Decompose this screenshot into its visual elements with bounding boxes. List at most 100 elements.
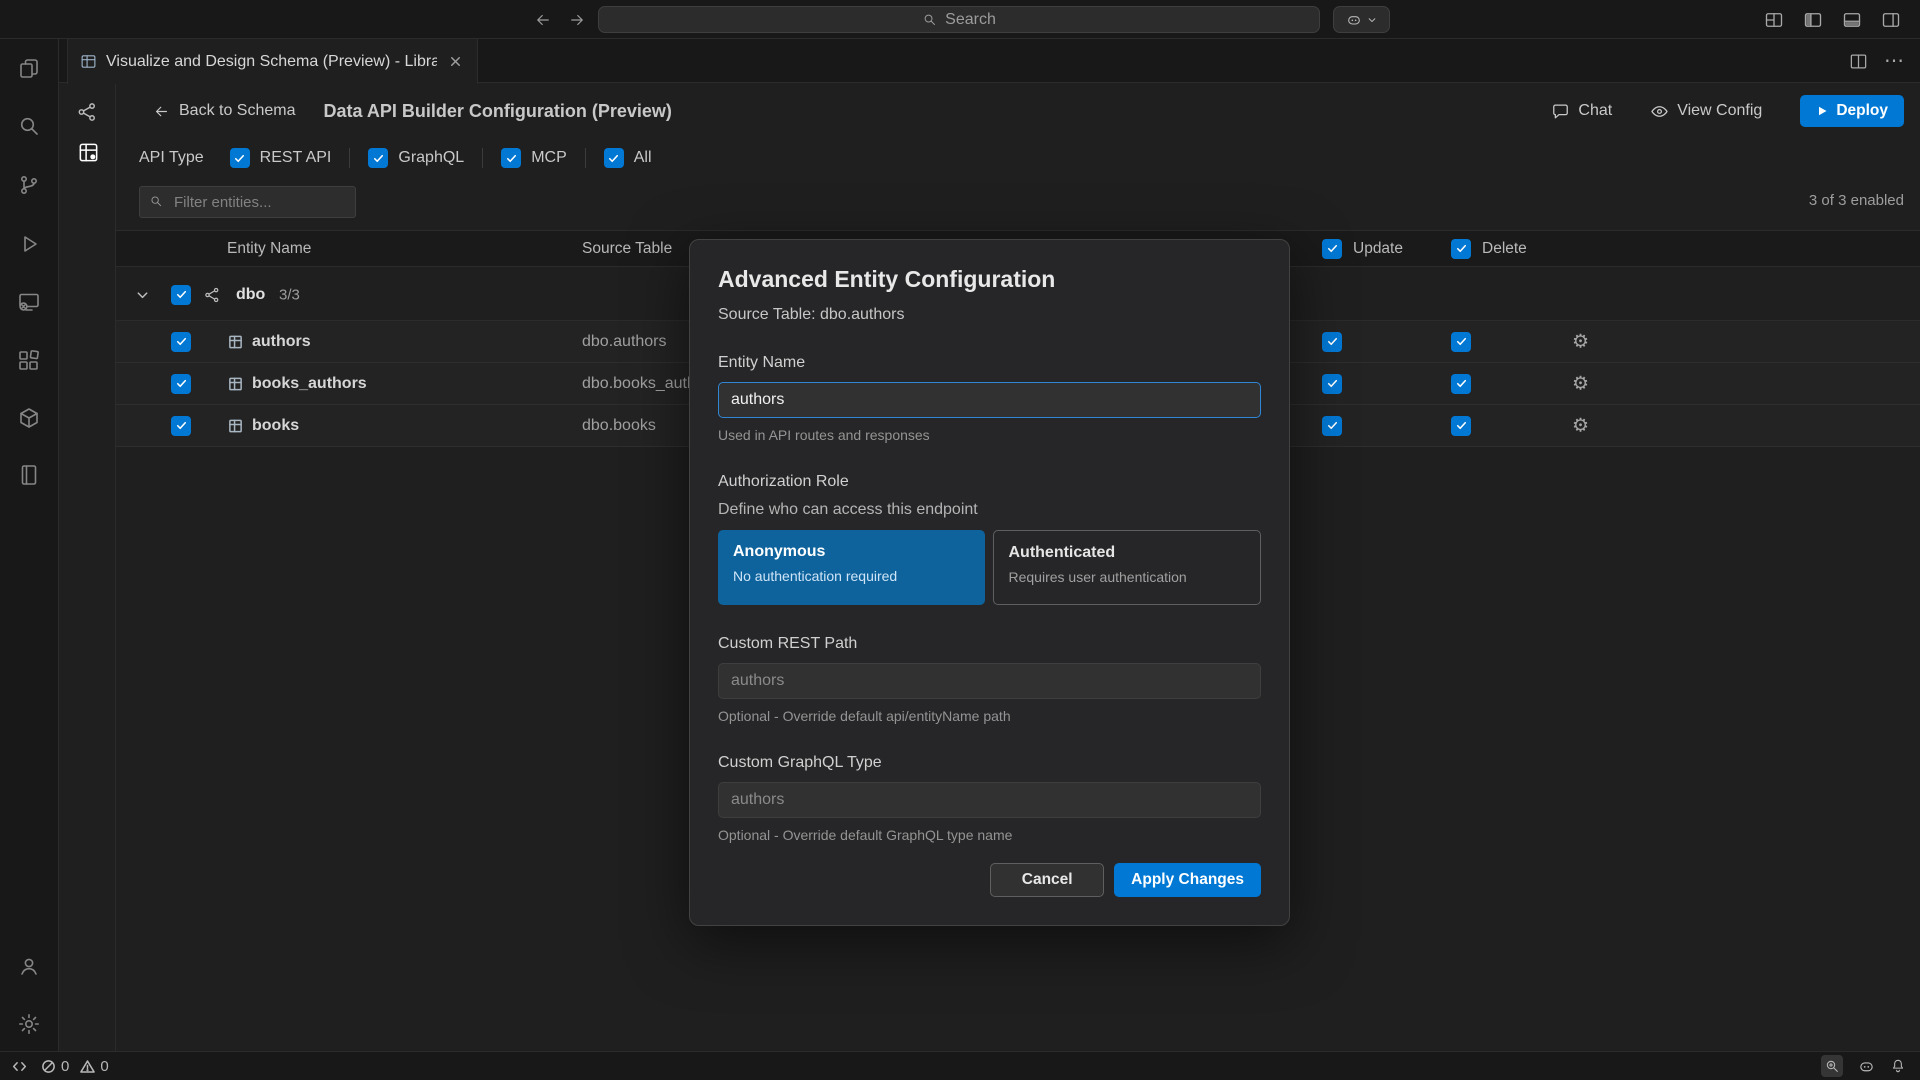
filter-entities-input[interactable] xyxy=(139,186,356,218)
delete-all-checkbox[interactable] xyxy=(1451,239,1471,259)
col-entity-name: Entity Name xyxy=(227,240,311,258)
page-title: Data API Builder Configuration (Preview) xyxy=(324,101,672,122)
rest-api-checkbox[interactable] xyxy=(230,148,250,168)
row-settings-gear-icon[interactable]: ⚙ xyxy=(1572,416,1589,435)
warnings-icon xyxy=(80,1059,95,1074)
tab-close-icon[interactable] xyxy=(446,52,465,71)
copilot-status-icon[interactable] xyxy=(1858,1058,1875,1075)
api-type-filter-row: API Type REST API GraphQL MCP All xyxy=(116,139,1920,177)
entity-name-hint: Used in API routes and responses xyxy=(718,427,1261,443)
filter-rest-api[interactable]: REST API xyxy=(230,148,332,168)
group-count: 3/3 xyxy=(279,286,300,303)
title-bar: Search xyxy=(0,0,1920,39)
account-icon[interactable] xyxy=(15,952,43,980)
row-checkbox[interactable] xyxy=(171,374,191,394)
page-header: Back to Schema Data API Builder Configur… xyxy=(116,83,1920,139)
apply-changes-button[interactable]: Apply Changes xyxy=(1114,863,1261,897)
back-to-schema-button[interactable]: Back to Schema xyxy=(153,102,296,120)
update-checkbox[interactable] xyxy=(1322,416,1342,436)
divider xyxy=(585,148,586,168)
zoom-icon[interactable] xyxy=(1821,1055,1843,1077)
schema-icon xyxy=(203,286,221,304)
role-subtitle: Requires user authentication xyxy=(1009,569,1246,585)
api-builder-icon[interactable] xyxy=(69,133,107,171)
notifications-bell-icon[interactable] xyxy=(1890,1058,1906,1074)
entity-name-input[interactable] xyxy=(718,382,1261,418)
update-checkbox[interactable] xyxy=(1322,374,1342,394)
chat-button[interactable]: Chat xyxy=(1551,102,1612,121)
role-authenticated-card[interactable]: Authenticated Requires user authenticati… xyxy=(993,530,1262,605)
filter-mcp[interactable]: MCP xyxy=(501,148,567,168)
command-center-search[interactable]: Search xyxy=(598,6,1320,33)
copilot-menu-button[interactable] xyxy=(1333,6,1390,33)
database-projects-icon[interactable] xyxy=(15,461,43,489)
custom-graphql-type-hint: Optional - Override default GraphQL type… xyxy=(718,827,1261,843)
designer-toolbar xyxy=(59,83,116,1051)
schema-tab-icon xyxy=(80,53,97,70)
source-control-icon[interactable] xyxy=(15,171,43,199)
dialog-source-table: Source Table: dbo.authors xyxy=(718,306,1261,324)
all-checkbox[interactable] xyxy=(604,148,624,168)
table-icon xyxy=(228,334,243,349)
activity-bar xyxy=(0,39,59,1051)
source-table: dbo.authors xyxy=(582,333,667,351)
api-type-label: API Type xyxy=(139,149,204,167)
run-debug-icon[interactable] xyxy=(15,230,43,258)
status-bar: 0 0 xyxy=(0,1051,1920,1080)
row-checkbox[interactable] xyxy=(171,416,191,436)
cancel-button[interactable]: Cancel xyxy=(990,863,1104,897)
remote-indicator-icon[interactable] xyxy=(12,1059,27,1074)
col-update: Update xyxy=(1353,240,1403,258)
view-config-button[interactable]: View Config xyxy=(1650,102,1762,121)
errors-count: 0 xyxy=(61,1058,69,1075)
search-view-icon[interactable] xyxy=(15,112,43,140)
vscode-window: Search Visualize and Design Schema (Prev… xyxy=(0,0,1920,1080)
role-anonymous-card[interactable]: Anonymous No authentication required xyxy=(718,530,985,605)
mcp-checkbox[interactable] xyxy=(501,148,521,168)
nav-back-icon[interactable] xyxy=(534,11,552,29)
problems-indicator[interactable]: 0 0 xyxy=(41,1058,109,1075)
schema-visualize-icon[interactable] xyxy=(72,97,102,127)
table-icon xyxy=(228,376,243,391)
group-checkbox[interactable] xyxy=(171,285,191,305)
tab-title: Visualize and Design Schema (Preview) - … xyxy=(106,53,437,71)
graphql-checkbox[interactable] xyxy=(368,148,388,168)
entity-search-row: 3 of 3 enabled xyxy=(116,186,1920,220)
explorer-icon[interactable] xyxy=(15,55,43,83)
remote-explorer-icon[interactable] xyxy=(15,288,43,316)
settings-gear-icon[interactable] xyxy=(15,1010,43,1038)
deploy-button[interactable]: Deploy xyxy=(1800,95,1904,127)
toggle-panel-icon[interactable] xyxy=(1839,7,1865,33)
authorization-role-hint: Define who can access this endpoint xyxy=(718,501,1261,519)
row-settings-gear-icon[interactable]: ⚙ xyxy=(1572,374,1589,393)
row-checkbox[interactable] xyxy=(171,332,191,352)
back-arrow-icon xyxy=(153,103,170,120)
chat-label: Chat xyxy=(1578,102,1612,120)
filter-graphql[interactable]: GraphQL xyxy=(368,148,464,168)
collapse-chevron-icon[interactable] xyxy=(135,287,150,302)
schema-designer-icon[interactable] xyxy=(15,404,43,432)
nav-forward-icon[interactable] xyxy=(568,11,586,29)
more-actions-icon[interactable]: ⋯ xyxy=(1884,56,1904,66)
delete-checkbox[interactable] xyxy=(1451,332,1471,352)
role-title: Authenticated xyxy=(1009,544,1246,562)
entity-name: books_authors xyxy=(252,375,367,393)
delete-checkbox[interactable] xyxy=(1451,374,1471,394)
custom-rest-path-input[interactable] xyxy=(718,663,1261,699)
toggle-primary-sidebar-icon[interactable] xyxy=(1800,7,1826,33)
tab-visualize-schema[interactable]: Visualize and Design Schema (Preview) - … xyxy=(67,39,478,84)
deploy-label: Deploy xyxy=(1836,102,1888,120)
custom-graphql-type-input[interactable] xyxy=(718,782,1261,818)
chat-icon xyxy=(1551,102,1570,121)
enabled-count: 3 of 3 enabled xyxy=(1809,192,1904,209)
split-editor-icon[interactable] xyxy=(1849,52,1868,71)
update-checkbox[interactable] xyxy=(1322,332,1342,352)
filter-all[interactable]: All xyxy=(604,148,652,168)
extensions-icon[interactable] xyxy=(15,347,43,375)
delete-checkbox[interactable] xyxy=(1451,416,1471,436)
role-title: Anonymous xyxy=(733,543,970,561)
toggle-secondary-sidebar-icon[interactable] xyxy=(1878,7,1904,33)
customize-layout-icon[interactable] xyxy=(1761,7,1787,33)
row-settings-gear-icon[interactable]: ⚙ xyxy=(1572,332,1589,351)
update-all-checkbox[interactable] xyxy=(1322,239,1342,259)
